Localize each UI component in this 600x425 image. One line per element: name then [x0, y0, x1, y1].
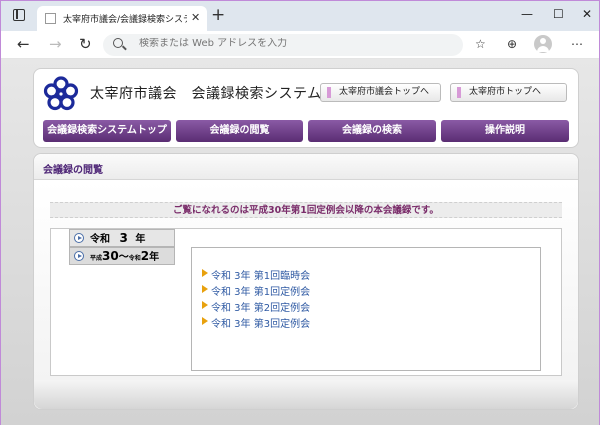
maximize-button[interactable]: ☐ [553, 7, 564, 21]
back-arrow-icon[interactable]: ← [17, 35, 30, 53]
meeting-list: 令和 3年 第1回臨時会 令和 3年 第1回定例会 令和 3年 第2回定例会 令… [191, 247, 541, 371]
browse-panel: 会議録の閲覧 ご覧になれるのは平成30年第1回定例会以降の本会議録です。 令和 … [33, 153, 579, 410]
new-tab-button[interactable]: + [211, 6, 225, 24]
meeting-link[interactable]: 令和 3年 第1回臨時会 [202, 267, 310, 282]
browser-toolbar: ← → ↻ ☆ ⊕ ⋯ [1, 31, 599, 59]
tab-actions-icon[interactable] [13, 9, 25, 21]
tab-title: 太宰府市議会/会議録検索システム [63, 15, 187, 25]
search-icon [113, 38, 123, 48]
tab-bar: 太宰府市議会/会議録検索システム ✕ + — ☐ ✕ [1, 1, 599, 31]
year-tab-reiwa-3[interactable]: 令和 3 年 [69, 229, 175, 247]
play-circle-icon [74, 233, 84, 243]
city-top-link[interactable]: 太宰府市トップへ [450, 83, 567, 102]
menu-search-records[interactable]: 会議録の検索 [308, 120, 436, 142]
council-top-link[interactable]: 太宰府市議会トップへ [320, 83, 441, 102]
panel-body: ご覧になれるのは平成30年第1回定例会以降の本会議録です。 令和 3 年 平成3… [34, 181, 578, 380]
web-page: 太宰府市議会 会議録検索システム 太宰府市議会トップへ 太宰府市トップへ 会議録… [1, 59, 599, 425]
more-menu-icon[interactable]: ⋯ [571, 37, 583, 51]
browser-tab[interactable]: 太宰府市議会/会議録検索システム ✕ [37, 6, 207, 31]
meeting-link[interactable]: 令和 3年 第1回定例会 [202, 283, 310, 298]
collections-icon[interactable]: ⊕ [507, 37, 517, 51]
site-title: 太宰府市議会 会議録検索システム [90, 86, 322, 102]
address-bar[interactable] [103, 34, 463, 56]
address-input[interactable] [139, 38, 439, 49]
panel-title: 会議録の閲覧 [43, 165, 103, 176]
site-header: 太宰府市議会 会議録検索システム 太宰府市議会トップへ 太宰府市トップへ 会議録… [33, 68, 579, 148]
city-emblem-icon [43, 76, 79, 111]
year-tab-h30-r2[interactable]: 平成30〜令和2年 [69, 247, 175, 265]
panel-header: 会議録の閲覧 [34, 154, 578, 180]
panel-footer [34, 380, 578, 409]
meeting-link[interactable]: 令和 3年 第3回定例会 [202, 315, 310, 330]
window-close-button[interactable]: ✕ [582, 7, 592, 21]
meeting-link[interactable]: 令和 3年 第2回定例会 [202, 299, 310, 314]
refresh-icon[interactable]: ↻ [79, 35, 92, 53]
tab-close-icon[interactable]: ✕ [191, 11, 200, 24]
menu-browse-records[interactable]: 会議録の閲覧 [176, 120, 303, 142]
profile-avatar-icon[interactable] [534, 35, 552, 53]
menu-instructions[interactable]: 操作説明 [441, 120, 569, 142]
forward-arrow-icon[interactable]: → [49, 35, 62, 53]
favorites-icon[interactable]: ☆ [475, 37, 486, 51]
availability-notice: ご覧になれるのは平成30年第1回定例会以降の本会議録です。 [50, 202, 562, 218]
browser-window: 太宰府市議会/会議録検索システム ✕ + — ☐ ✕ ← → ↻ ☆ ⊕ ⋯ [0, 0, 600, 425]
favicon-icon [45, 13, 56, 24]
minimize-button[interactable]: — [521, 7, 533, 21]
menu-search-system-top[interactable]: 会議録検索システムトップ [43, 120, 171, 142]
records-viewer: 令和 3 年 平成30〜令和2年 令和 3年 第1回臨時会 令和 3年 第1回定… [50, 228, 562, 376]
play-circle-icon [74, 251, 84, 261]
